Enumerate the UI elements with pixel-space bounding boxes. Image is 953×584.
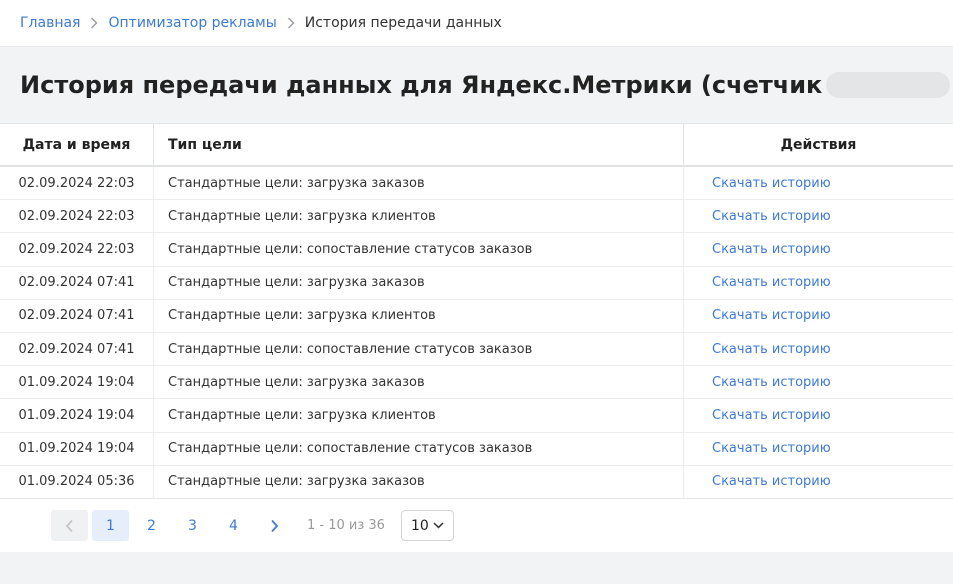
column-header-actions: Действия bbox=[780, 136, 857, 153]
cell-actions: Скачать историю bbox=[684, 333, 953, 365]
download-history-link[interactable]: Скачать историю bbox=[712, 176, 831, 191]
breadcrumb-ad-optimizer[interactable]: Оптимизатор рекламы bbox=[108, 15, 276, 31]
table-row: 02.09.2024 07:41 Стандартные цели: сопост… bbox=[0, 332, 953, 367]
pagination: 1 2 3 4 1 - 10 из 36 10 bbox=[0, 498, 953, 552]
per-page-value: 10 bbox=[410, 517, 429, 534]
cell-type: Стандартные цели: загрузка клиентов bbox=[154, 200, 684, 233]
cell-date: 02.09.2024 07:41 bbox=[0, 266, 154, 299]
table-row: 02.09.2024 22:03 Стандартные цели: сопост… bbox=[0, 233, 953, 267]
download-history-link[interactable]: Скачать историю bbox=[712, 242, 831, 257]
cell-date: 02.09.2024 07:41 bbox=[0, 299, 154, 332]
cell-date: 01.09.2024 05:36 bbox=[0, 465, 154, 498]
cell-actions: Скачать историю bbox=[684, 200, 953, 232]
chevron-right-icon bbox=[277, 17, 305, 29]
table-row: 02.09.2024 22:03 Стандартные цели: загруз… bbox=[0, 200, 953, 234]
cell-actions: Скачать историю bbox=[684, 267, 953, 299]
page-header: История передачи данных для Яндекс.Метри… bbox=[0, 47, 953, 123]
cell-actions: Скачать историю bbox=[684, 466, 953, 498]
download-history-link[interactable]: Скачать историю bbox=[712, 209, 831, 224]
column-header-date: Дата и время bbox=[0, 124, 154, 165]
chevron-left-icon bbox=[65, 519, 73, 532]
cell-date: 01.09.2024 19:04 bbox=[0, 399, 154, 432]
table-row: 02.09.2024 22:03 Стандартные цели: загруз… bbox=[0, 167, 953, 201]
next-page-button[interactable] bbox=[256, 510, 293, 541]
download-history-link[interactable]: Скачать историю bbox=[712, 342, 831, 357]
cell-type: Стандартные цели: сопоставление статусов… bbox=[154, 233, 684, 266]
cell-type: Стандартные цели: загрузка клиентов bbox=[154, 399, 684, 432]
page-button-2[interactable]: 2 bbox=[133, 510, 170, 541]
table-row: 01.09.2024 05:36 Стандартные цели: загруз… bbox=[0, 465, 953, 499]
table-header: Дата и время Тип цели Действия bbox=[0, 124, 953, 167]
column-header-type: Тип цели bbox=[154, 124, 684, 165]
table-row: 02.09.2024 07:41 Стандартные цели: загруз… bbox=[0, 299, 953, 333]
cell-actions: Скачать историю bbox=[684, 300, 953, 332]
chevron-down-icon bbox=[433, 522, 444, 529]
history-table: Дата и время Тип цели Действия 02.09.202… bbox=[0, 123, 953, 552]
cell-date: 01.09.2024 19:04 bbox=[0, 366, 154, 399]
chevron-right-icon bbox=[80, 17, 108, 29]
cell-type: Стандартные цели: загрузка заказов bbox=[154, 465, 684, 498]
breadcrumb: Главная Оптимизатор рекламы История пере… bbox=[0, 0, 953, 47]
table-row: 02.09.2024 07:41 Стандартные цели: загруз… bbox=[0, 266, 953, 300]
download-history-link[interactable]: Скачать историю bbox=[712, 474, 831, 489]
cell-actions: Скачать историю bbox=[684, 399, 953, 431]
redacted-counter-id bbox=[826, 72, 951, 98]
cell-type: Стандартные цели: загрузка клиентов bbox=[154, 299, 684, 332]
page-button-3[interactable]: 3 bbox=[174, 510, 211, 541]
cell-date: 02.09.2024 07:41 bbox=[0, 332, 154, 366]
page-title-text: История передачи данных для Яндекс.Метри… bbox=[20, 71, 823, 99]
table-row: 01.09.2024 19:04 Стандартные цели: загруз… bbox=[0, 399, 953, 433]
cell-date: 02.09.2024 22:03 bbox=[0, 233, 154, 266]
download-history-link[interactable]: Скачать историю bbox=[712, 441, 831, 456]
download-history-link[interactable]: Скачать историю bbox=[712, 408, 831, 423]
page-button-4[interactable]: 4 bbox=[215, 510, 252, 541]
download-history-link[interactable]: Скачать историю bbox=[712, 375, 831, 390]
cell-actions: Скачать историю bbox=[684, 433, 953, 465]
table-row: 01.09.2024 19:04 Стандартные цели: сопост… bbox=[0, 432, 953, 466]
cell-date: 01.09.2024 19:04 bbox=[0, 432, 154, 465]
download-history-link[interactable]: Скачать историю bbox=[712, 308, 831, 323]
cell-type: Стандартные цели: сопоставление статусов… bbox=[154, 432, 684, 465]
cell-actions: Скачать историю bbox=[684, 167, 953, 199]
cell-actions: Скачать историю bbox=[684, 366, 953, 398]
cell-date: 02.09.2024 22:03 bbox=[0, 200, 154, 233]
page-title: История передачи данных для Яндекс.Метри… bbox=[20, 71, 953, 99]
pagination-range: 1 - 10 из 36 bbox=[307, 518, 385, 533]
breadcrumb-current: История передачи данных bbox=[304, 15, 502, 31]
table-body: 02.09.2024 22:03 Стандартные цели: загруз… bbox=[0, 167, 953, 499]
cell-type: Стандартные цели: загрузка заказов bbox=[154, 266, 684, 299]
chevron-right-icon bbox=[271, 519, 279, 532]
cell-actions: Скачать историю bbox=[684, 233, 953, 265]
prev-page-button[interactable] bbox=[51, 510, 88, 541]
table-row: 01.09.2024 19:04 Стандартные цели: загруз… bbox=[0, 366, 953, 400]
breadcrumb-home[interactable]: Главная bbox=[20, 15, 80, 31]
per-page-select[interactable]: 10 bbox=[400, 510, 454, 541]
download-history-link[interactable]: Скачать историю bbox=[712, 275, 831, 290]
cell-type: Стандартные цели: загрузка заказов bbox=[154, 167, 684, 200]
cell-date: 02.09.2024 22:03 bbox=[0, 167, 154, 200]
page-button-1[interactable]: 1 bbox=[92, 510, 129, 541]
cell-type: Стандартные цели: загрузка заказов bbox=[154, 366, 684, 399]
cell-type: Стандартные цели: сопоставление статусов… bbox=[154, 332, 684, 366]
